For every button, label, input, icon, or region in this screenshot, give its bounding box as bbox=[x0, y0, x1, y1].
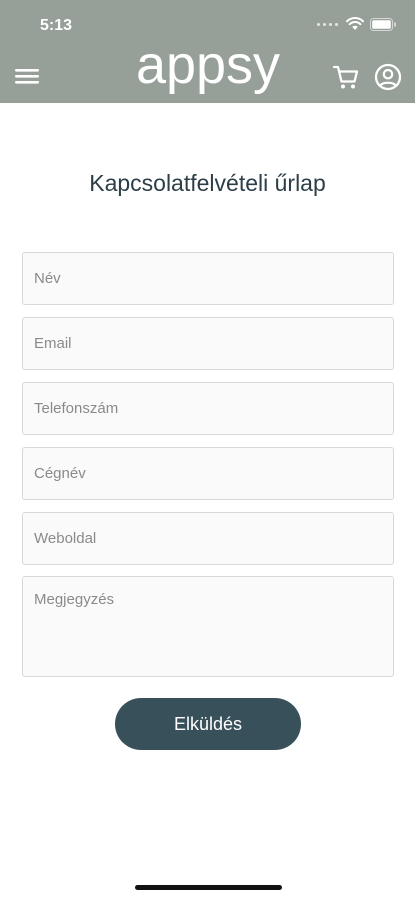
company-field[interactable] bbox=[22, 447, 394, 500]
note-field[interactable] bbox=[22, 576, 394, 677]
cellular-signal-icon bbox=[317, 22, 338, 26]
page-title: Kapcsolatfelvételi űrlap bbox=[89, 170, 326, 196]
submit-button[interactable]: Elküldés bbox=[115, 698, 301, 750]
home-indicator[interactable] bbox=[135, 885, 282, 890]
name-field[interactable] bbox=[22, 252, 394, 305]
account-icon bbox=[374, 63, 402, 91]
wifi-icon bbox=[346, 17, 364, 30]
email-field[interactable] bbox=[22, 317, 394, 370]
logo-text: appsy bbox=[136, 38, 280, 95]
menu-icon bbox=[15, 69, 39, 84]
app-header: 5:13 appsy bbox=[0, 0, 415, 103]
status-icons bbox=[317, 17, 397, 31]
status-time: 5:13 bbox=[40, 17, 73, 34]
battery-icon bbox=[370, 17, 396, 31]
cart-button[interactable] bbox=[332, 63, 360, 91]
menu-button[interactable] bbox=[14, 64, 40, 88]
appsy-logo: appsy bbox=[136, 38, 280, 95]
website-field[interactable] bbox=[22, 512, 394, 565]
phone-field[interactable] bbox=[22, 382, 394, 435]
cart-icon bbox=[332, 65, 359, 89]
account-button[interactable] bbox=[374, 63, 402, 91]
